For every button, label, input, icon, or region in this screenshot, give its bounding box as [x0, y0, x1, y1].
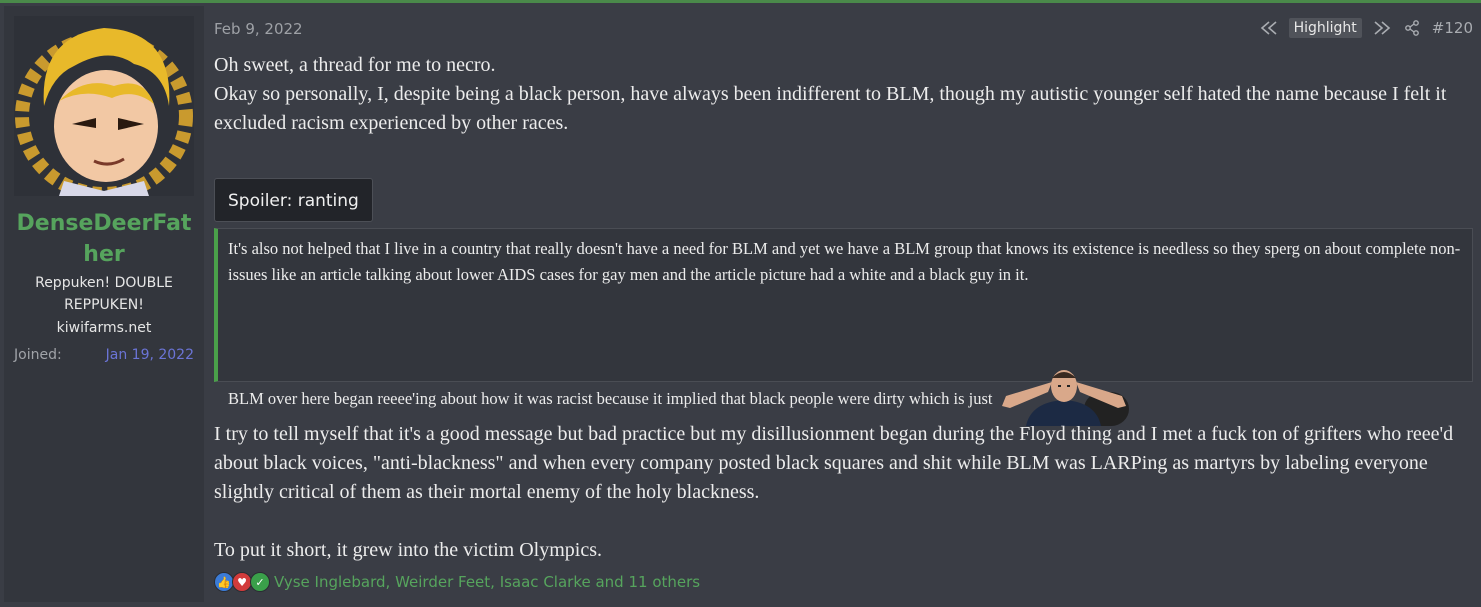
like-icon: 👍 — [214, 572, 234, 592]
spoiler-content: It's also not helped that I live in a co… — [214, 228, 1473, 426]
user-site: kiwifarms.net — [56, 320, 152, 336]
joined-date: Jan 19, 2022 — [105, 347, 194, 363]
post-container: DenseDeerFather Reppuken! DOUBLE REPPUKE… — [0, 0, 1481, 607]
share-icon[interactable] — [1402, 18, 1422, 38]
username[interactable]: DenseDeerFather — [4, 208, 204, 270]
user-sidebar: DenseDeerFather Reppuken! DOUBLE REPPUKE… — [4, 6, 204, 602]
reaction-icons: 👍 ♥ ✓ — [214, 572, 270, 592]
body-paragraph-2: I try to tell myself that it's a good me… — [214, 423, 1454, 503]
next-post-icon[interactable] — [1372, 18, 1392, 38]
joined-label: Joined: — [14, 347, 62, 363]
post-number[interactable]: #120 — [1432, 19, 1473, 37]
avatar[interactable] — [14, 16, 194, 196]
spoiler-paragraph-1: It's also not helped that I live in a co… — [228, 239, 1461, 284]
intro-line-2: Okay so personally, I, despite being a b… — [214, 83, 1447, 134]
post-actions: Highlight #120 — [1259, 18, 1473, 38]
highlight-button[interactable]: Highlight — [1288, 18, 1362, 38]
avatar-icon — [14, 16, 194, 196]
user-title: Reppuken! DOUBLE REPPUKEN! — [35, 275, 173, 313]
love-icon: ♥ — [232, 572, 252, 592]
post-date[interactable]: Feb 9, 2022 — [214, 20, 303, 38]
reaction-image — [996, 362, 1131, 426]
spoiler-button[interactable]: Spoiler: ranting — [214, 178, 373, 222]
post-body-intro: Oh sweet, a thread for me to necro. Okay… — [214, 51, 1476, 138]
body-paragraph-3: To put it short, it grew into the victim… — [214, 539, 603, 561]
spoiler-paragraph-2: BLM over here began reeee'ing about how … — [228, 389, 993, 408]
intro-line-1: Oh sweet, a thread for me to necro. — [214, 54, 496, 76]
reactions-bar[interactable]: 👍 ♥ ✓ Vyse Inglebard, Weirder Feet, Isaa… — [214, 572, 700, 592]
check-icon: ✓ — [250, 572, 270, 592]
reactions-list[interactable]: Vyse Inglebard, Weirder Feet, Isaac Clar… — [274, 573, 700, 591]
post-body-main: I try to tell myself that it's a good me… — [214, 420, 1476, 565]
prev-post-icon[interactable] — [1259, 18, 1279, 38]
